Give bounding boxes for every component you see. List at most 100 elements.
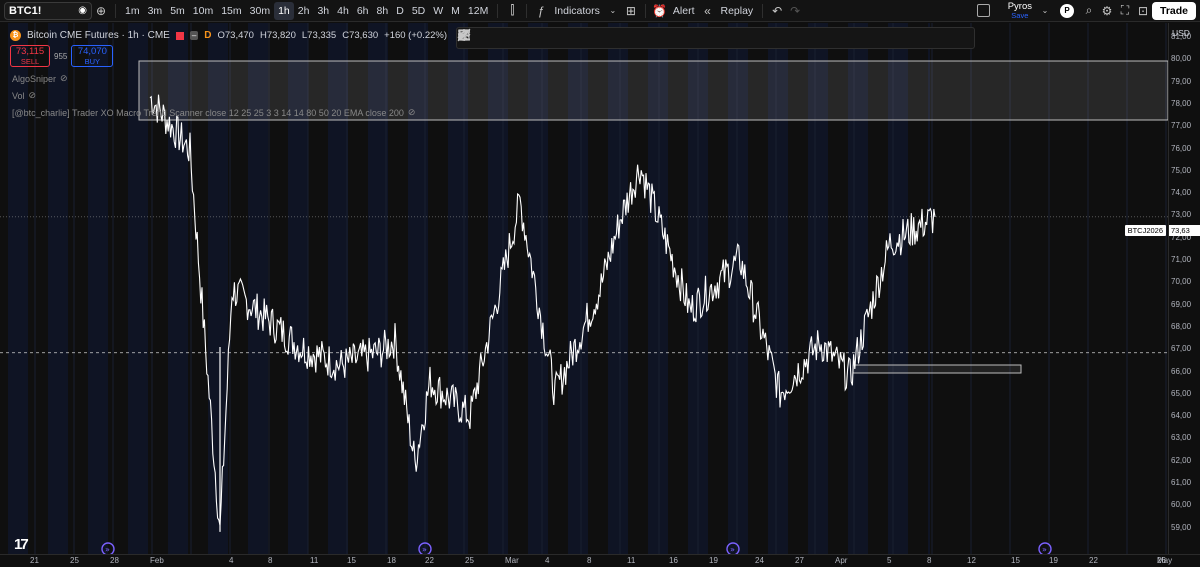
price-range-icon[interactable] (459, 29, 891, 47)
collapse-icon[interactable]: – (189, 31, 199, 40)
chart-legend: ₿ Bitcoin CME Futures · 1h · CME – D O73… (10, 30, 447, 41)
interval-w[interactable]: W (429, 2, 447, 20)
interval-12m[interactable]: 12M (464, 2, 492, 20)
interval-3h[interactable]: 3h (313, 2, 333, 20)
path-icon[interactable] (457, 29, 791, 47)
vertical-line-icon[interactable] (463, 29, 566, 47)
indicator-vol[interactable]: Vol ⊘ (12, 90, 36, 101)
event-marker-glyph: » (105, 545, 110, 554)
trend-angle-icon[interactable] (458, 29, 666, 47)
price-tick-label: 77,00 (1171, 121, 1192, 131)
event-marker-glyph: » (1042, 545, 1047, 554)
time-tick-label: 15 (347, 556, 356, 565)
save-label[interactable]: Save (1011, 11, 1028, 20)
parallel-channel-icon[interactable] (458, 29, 691, 47)
alert-icon[interactable]: ⏰ (651, 2, 669, 20)
chevron-down-icon[interactable]: ⌄ (604, 2, 622, 20)
interval-m[interactable]: M (447, 2, 464, 20)
interval-3m[interactable]: 3m (144, 2, 167, 20)
buy-price: 74,070 (77, 46, 107, 57)
indicators-icon[interactable]: ƒ (532, 2, 550, 20)
eye-off-icon[interactable]: ⊘ (408, 107, 416, 118)
brush-icon[interactable] (458, 29, 766, 47)
price-tick-label: 74,00 (1171, 188, 1192, 198)
time-tick-label: Feb (150, 556, 164, 565)
interval-10m[interactable]: 10m (189, 2, 217, 20)
eye-icon[interactable]: ◉ (78, 5, 87, 16)
session-band (88, 23, 108, 554)
interval-5m[interactable]: 5m (166, 2, 189, 20)
eye-off-icon[interactable]: ⊘ (60, 73, 68, 84)
interval-30m[interactable]: 30m (246, 2, 274, 20)
pitchfork-icon[interactable] (459, 29, 716, 47)
indicators-button[interactable]: Indicators (550, 2, 604, 20)
sell-button[interactable]: 73,115 SELL (10, 45, 50, 67)
divider (644, 3, 646, 18)
divider (497, 3, 499, 18)
buy-button[interactable]: 74,070 BUY (71, 45, 114, 67)
interval-8h[interactable]: 8h (373, 2, 393, 20)
replay-button[interactable]: Replay (716, 2, 757, 20)
rectangle-icon[interactable] (458, 29, 741, 47)
projection-icon[interactable] (457, 29, 941, 47)
replay-icon[interactable]: « (698, 2, 716, 20)
ray-icon[interactable] (458, 29, 591, 47)
interval-6h[interactable]: 6h (353, 2, 373, 20)
curve-icon[interactable] (458, 29, 816, 47)
interval-1m[interactable]: 1m (121, 2, 144, 20)
symbol-price-tag: BTCJ2026 (1124, 225, 1166, 236)
chevron-down-icon[interactable]: ⌄ (1036, 2, 1054, 20)
date-range-icon[interactable] (458, 29, 866, 47)
long-position-icon[interactable] (458, 29, 916, 47)
chart-title[interactable]: Bitcoin CME Futures · 1h · CME (27, 30, 170, 41)
interval-1h[interactable]: 1h (274, 1, 294, 20)
undo-icon[interactable]: ↶ (768, 2, 786, 20)
drawing-toolbar: ⁞⁞ (456, 27, 975, 49)
interval-d[interactable]: D (392, 2, 408, 20)
horizontal-ray-icon[interactable] (458, 29, 516, 47)
interval-2h[interactable]: 2h (294, 2, 314, 20)
horizontal-line-icon[interactable] (458, 29, 541, 47)
info-line-icon[interactable] (458, 29, 641, 47)
trade-button[interactable]: Trade (1151, 1, 1196, 20)
event-marker-glyph: » (422, 545, 427, 554)
time-axis[interactable]: 21 25 28 Feb 4 8 11 15 18 22 25 Mar 4 8 11 16 19 24 27 Apr 5… (0, 554, 1200, 567)
extended-line-icon[interactable] (457, 28, 616, 47)
interval-4h[interactable]: 4h (333, 2, 353, 20)
add-symbol-icon[interactable]: ⊕ (92, 2, 110, 20)
camera-icon[interactable]: ⊡ (1134, 2, 1152, 20)
trend-line-icon[interactable] (458, 29, 491, 47)
price-chart[interactable]: » » » » (0, 23, 1168, 554)
alert-button[interactable]: Alert (669, 2, 699, 20)
redo-icon[interactable]: ↷ (786, 2, 804, 20)
price-tick-label: 65,00 (1171, 388, 1192, 398)
price-tick-label: 75,00 (1171, 165, 1192, 175)
interval-5d[interactable]: 5D (408, 2, 429, 20)
ohlc-change: +160 (+0.22%) (384, 30, 447, 41)
tradingview-logo[interactable]: 17 (14, 536, 29, 553)
avatar[interactable]: P (1059, 3, 1074, 18)
layout-grid-icon[interactable]: ⊞ (622, 2, 640, 20)
indicator-trader-xo[interactable]: [@btc_charlie] Trader XO Macro Trend Sca… (12, 107, 415, 118)
gear-icon[interactable]: ⚙ (1098, 2, 1116, 20)
price-tick-label: 64,00 (1171, 411, 1192, 421)
interval-15m[interactable]: 15m (217, 2, 245, 20)
divider (115, 3, 116, 18)
user-menu[interactable]: Pyros Save (1007, 0, 1032, 20)
settings-sliders-icon[interactable] (458, 29, 966, 47)
fib-retracement-icon[interactable] (458, 29, 841, 47)
search-icon[interactable]: ⌕ (1080, 2, 1098, 20)
symbol-label: BTC1! (9, 4, 42, 17)
chart-pane[interactable]: » » » » ₿ Bitcoin CME Futures · 1h · CME – … (0, 23, 1168, 554)
layout-square-icon[interactable] (976, 4, 990, 17)
indicator-algosniper[interactable]: AlgoSniper ⊘ (12, 73, 68, 84)
fullscreen-icon[interactable]: ⛶ (1116, 2, 1134, 20)
user-name: Pyros (1007, 0, 1032, 12)
ohlc-close: C73,630 (342, 30, 379, 41)
eye-off-icon[interactable]: ⊘ (29, 90, 37, 101)
ohlc-high: H73,820 (259, 30, 296, 41)
candle-type-icon[interactable]: ⫿ (503, 2, 521, 20)
symbol-search[interactable]: BTC1! ◉ (4, 1, 92, 20)
price-axis[interactable]: 59,00 60,00 61,00 62,00 63,00 64,00 65,00 66,00… (1168, 23, 1200, 554)
currency-label[interactable]: USD (1172, 28, 1190, 38)
